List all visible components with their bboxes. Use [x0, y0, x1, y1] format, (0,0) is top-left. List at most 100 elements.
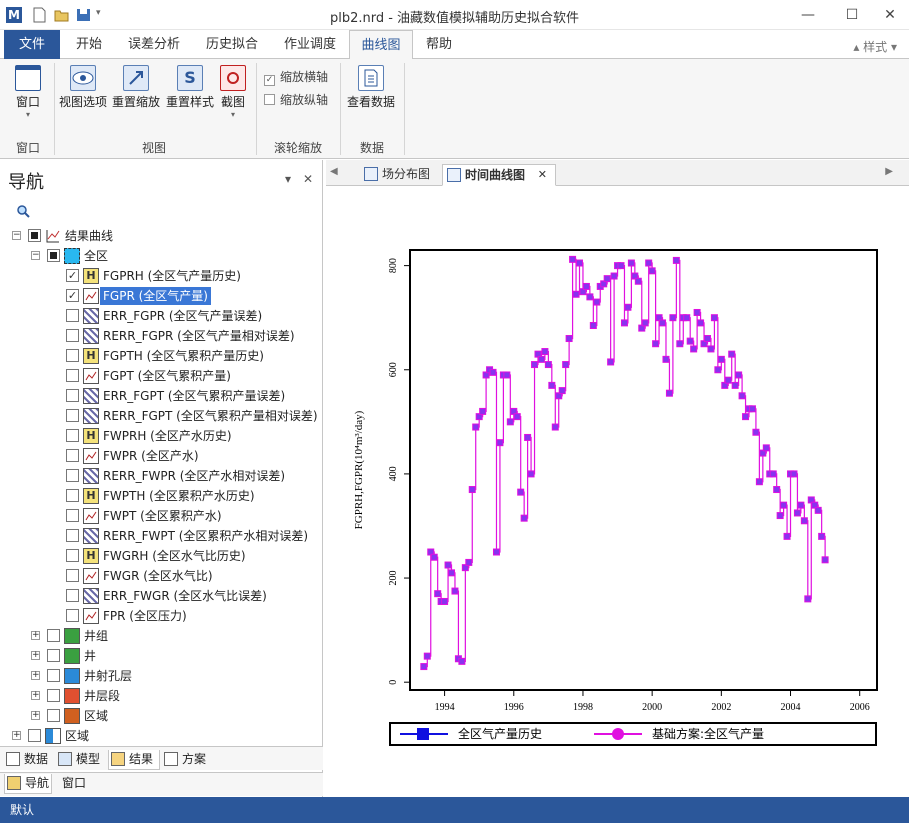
tree-checkbox[interactable] [47, 669, 60, 682]
tree-item-checkbox[interactable] [66, 389, 79, 402]
tree-item-checkbox[interactable] [66, 329, 79, 342]
error-icon [83, 528, 99, 544]
tree-item-row[interactable]: FGPT (全区气累积产量) [0, 366, 320, 386]
tab-job-scheduling[interactable]: 作业调度 [274, 30, 346, 59]
tree-item-checkbox[interactable] [66, 489, 79, 502]
doc-tab-timecurve[interactable]: 时间曲线图 ✕ [442, 164, 556, 186]
expand-icon[interactable]: + [31, 631, 40, 640]
tree-item-checkbox[interactable] [66, 569, 79, 582]
data-point [762, 444, 770, 452]
tree-item-checkbox[interactable] [66, 449, 79, 462]
time-curve-chart[interactable]: 0 200 400 600 800 1994 1996 1998 2000 2002 2004 200… [326, 186, 909, 797]
screenshot-button[interactable]: 截图 ▾ [218, 65, 248, 119]
tree-item-row[interactable]: ERR_FGPT (全区气累积产量误差) [0, 386, 320, 406]
data-point [517, 488, 525, 496]
tree-item-row[interactable]: H FWGRH (全区水气比历史) [0, 546, 320, 566]
expand-icon[interactable]: + [31, 651, 40, 660]
doc-tab-field[interactable]: 场分布图 [360, 164, 440, 186]
tab-history-matching[interactable]: 历史拟合 [196, 30, 268, 59]
bottom-tab-window[interactable]: 窗口 [42, 774, 86, 794]
expand-icon[interactable]: + [31, 671, 40, 680]
tree-item-checkbox[interactable] [66, 469, 79, 482]
tree-item-row[interactable]: ERR_FGPR (全区气产量误差) [0, 306, 320, 326]
tab-error-analysis[interactable]: 误差分析 [118, 30, 190, 59]
tree-item-row[interactable]: RERR_FGPT (全区气累积产量相对误差) [0, 406, 320, 426]
tree-region-root-row[interactable]: + 区域 [0, 726, 320, 746]
tree-item-checkbox[interactable] [66, 369, 79, 382]
expand-icon[interactable]: + [31, 691, 40, 700]
tree-item-row[interactable]: FWPT (全区累积产水) [0, 506, 320, 526]
tree-checkbox[interactable] [47, 629, 60, 642]
x-tick-label: 1994 [435, 702, 455, 713]
scroll-left-icon[interactable]: ◀ [330, 166, 338, 177]
tree-group-row[interactable]: + 井组 [0, 626, 320, 646]
tree-group-row[interactable]: + 井 [0, 646, 320, 666]
tree-item-row[interactable]: H FWPRH (全区产水历史) [0, 426, 320, 446]
tree-item-row[interactable]: FPR (全区压力) [0, 606, 320, 626]
tree-item-row[interactable]: RERR_FWPT (全区累积产水相对误差) [0, 526, 320, 546]
tree-checkbox[interactable] [47, 689, 60, 702]
tree-item-checkbox[interactable] [66, 409, 79, 422]
tree-checkbox[interactable] [47, 249, 60, 262]
tree-region-row[interactable]: − 全区 [0, 246, 320, 266]
zoom-y-checkbox[interactable]: 缩放纵轴 [264, 91, 328, 108]
expand-icon[interactable]: + [12, 731, 21, 740]
tree-root-row[interactable]: − 结果曲线 [0, 226, 320, 246]
tree-item-row[interactable]: ERR_FWGR (全区水气比误差) [0, 586, 320, 606]
nav-tab-data[interactable]: 数据 [4, 750, 48, 770]
nav-tab-model[interactable]: 模型 [56, 750, 100, 770]
zoom-x-checkbox[interactable]: ✓ 缩放横轴 [264, 68, 328, 86]
close-button[interactable]: ✕ [868, 0, 909, 30]
tree-item-checkbox[interactable]: ✓ [66, 269, 79, 282]
view-data-button[interactable]: 查看数据 [344, 65, 398, 110]
expand-icon[interactable]: + [31, 711, 40, 720]
collapse-icon[interactable]: − [31, 251, 40, 260]
tab-curve-chart[interactable]: 曲线图 [349, 30, 413, 60]
style-menu[interactable]: ▴ 样式 ▾ [853, 38, 897, 55]
zoom-x-check-icon: ✓ [264, 75, 275, 86]
tree-checkbox[interactable] [28, 729, 41, 742]
tree-item-row[interactable]: H FWPTH (全区累积产水历史) [0, 486, 320, 506]
tree-checkbox[interactable] [47, 649, 60, 662]
tree-checkbox[interactable] [28, 229, 41, 242]
data-point [662, 355, 670, 363]
tree-checkbox[interactable] [47, 709, 60, 722]
tree-item-row[interactable]: H FGPTH (全区气累积产量历史) [0, 346, 320, 366]
tab-file[interactable]: 文件 [4, 30, 60, 59]
tree-item-checkbox[interactable] [66, 589, 79, 602]
nav-tab-results[interactable]: 结果 [108, 750, 160, 770]
tree-item-row[interactable]: ✓ H FGPRH (全区气产量历史) [0, 266, 320, 286]
tree-item-checkbox[interactable] [66, 429, 79, 442]
search-icon[interactable] [16, 204, 30, 218]
tree-item-checkbox[interactable] [66, 609, 79, 622]
tree-item-row[interactable]: RERR_FGPR (全区气产量相对误差) [0, 326, 320, 346]
tree-group-row[interactable]: + 区域 [0, 706, 320, 726]
tree-group-row[interactable]: + 井层段 [0, 686, 320, 706]
tree-item-checkbox[interactable] [66, 549, 79, 562]
reset-style-button[interactable]: S 重置样式 [164, 65, 216, 110]
tree-item-checkbox[interactable] [66, 529, 79, 542]
nav-tab-scheme[interactable]: 方案 [162, 750, 206, 770]
tab-start[interactable]: 开始 [64, 30, 114, 59]
tree-group-row[interactable]: + 井射孔层 [0, 666, 320, 686]
tree-item-checkbox[interactable] [66, 309, 79, 322]
tree-item-row[interactable]: FWGR (全区水气比) [0, 566, 320, 586]
minimize-button[interactable]: — [786, 0, 830, 30]
tab-help[interactable]: 帮助 [416, 30, 462, 59]
legend-label-history: 全区气产量历史 [458, 726, 542, 741]
window-button[interactable]: 窗口 ▾ [8, 65, 48, 119]
view-options-button[interactable]: 视图选项 [58, 65, 108, 110]
reset-zoom-button[interactable]: 重置缩放 [110, 65, 162, 110]
tree-item-checkbox[interactable] [66, 509, 79, 522]
collapse-icon[interactable]: − [12, 231, 21, 240]
nav-pin-button[interactable]: ▾ [285, 172, 291, 186]
tab-close-icon[interactable]: ✕ [538, 165, 547, 185]
scroll-right-icon[interactable]: ▶ [885, 166, 893, 177]
tree-item-checkbox[interactable] [66, 349, 79, 362]
nav-close-button[interactable]: ✕ [303, 172, 313, 186]
tree-item-checkbox[interactable]: ✓ [66, 289, 79, 302]
tree-item-row[interactable]: RERR_FWPR (全区产水相对误差) [0, 466, 320, 486]
tree-item-row[interactable]: ✓ FGPR (全区气产量) [0, 286, 320, 306]
x-tick-label: 2006 [850, 702, 870, 713]
tree-item-row[interactable]: FWPR (全区产水) [0, 446, 320, 466]
